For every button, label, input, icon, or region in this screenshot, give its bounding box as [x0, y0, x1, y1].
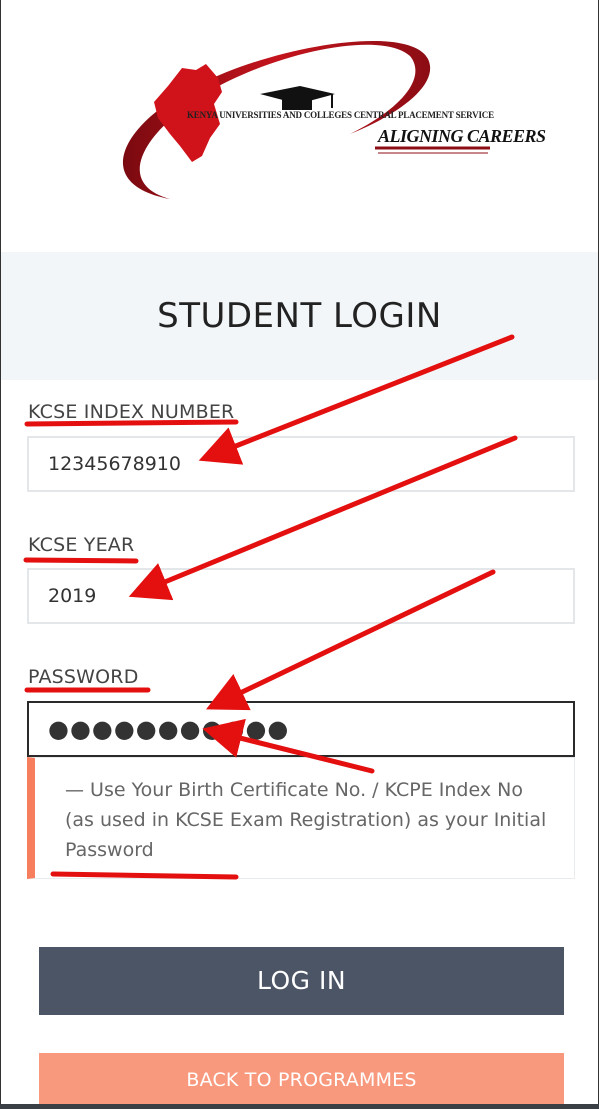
bottom-bar — [0, 1104, 599, 1109]
password-hint: — Use Your Birth Certificate No. / KCPE … — [27, 757, 575, 879]
graduation-cap-icon — [260, 86, 335, 110]
kuccps-logo: KENYA UNIVERSITIES AND COLLEGES CENTRAL … — [110, 34, 546, 209]
back-to-programmes-button[interactable]: BACK TO PROGRAMMES — [39, 1053, 564, 1109]
password-mask: ●●●●●●●●●●● — [48, 715, 290, 743]
logo-graphic — [122, 40, 490, 200]
logo-org-name: KENYA UNIVERSITIES AND COLLEGES CENTRAL … — [187, 110, 494, 120]
password-label: PASSWORD — [28, 666, 139, 688]
kcse-year-input[interactable]: 2019 — [27, 568, 575, 624]
index-number-input[interactable]: 12345678910 — [27, 436, 575, 492]
kcse-year-label: KCSE YEAR — [28, 534, 135, 556]
logo-tagline: ALIGNING CAREERS — [378, 126, 546, 146]
page-title: STUDENT LOGIN — [157, 296, 442, 336]
index-number-label: KCSE INDEX NUMBER — [28, 401, 235, 423]
password-input[interactable]: ●●●●●●●●●●● — [27, 701, 575, 757]
login-button[interactable]: LOG IN — [39, 947, 564, 1015]
